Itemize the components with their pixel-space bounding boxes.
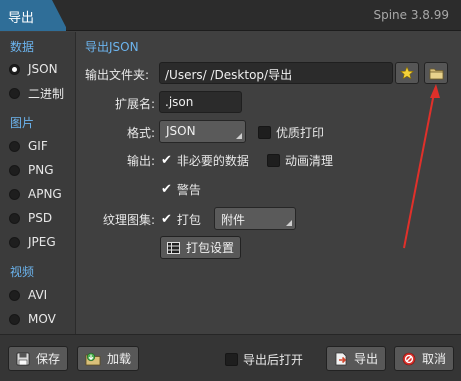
radio-icon [9,164,20,176]
radio-icon [9,87,20,99]
radio-icon [9,212,20,224]
pack-settings-label: 打包设置 [186,241,235,255]
save-button[interactable]: 保存 [8,346,69,371]
footer-bar: 保存 加载 导出后打开 导出 取消 [0,334,461,381]
title-bar[interactable]: 导出 Spine 3.8.99 [0,0,461,31]
settings-icon [167,241,180,254]
output-folder-label: 输出文件夹: [85,68,150,82]
sidebar-item-json[interactable]: JSON [9,59,58,79]
pretty-print-label: 优质打印 [276,125,325,140]
warnings-checkbox[interactable]: ✔ 警告 [161,180,201,198]
browse-folder-button[interactable] [424,62,448,84]
pack-label: 打包 [176,212,201,227]
sidebar-item-binary[interactable]: 二进制 [9,83,64,103]
sidebar-item-label: PNG [28,163,54,177]
sidebar-item-avi[interactable]: AVI [9,285,47,305]
load-icon [85,352,101,366]
sidebar-item-label: AVI [28,288,48,302]
checkbox-icon [267,153,280,167]
extension-label: 扩展名: [114,97,155,111]
dropdown-corner-icon [236,133,242,139]
format-label: 格式: [126,126,155,140]
sidebar-item-label: 二进制 [28,86,65,101]
radio-selected-icon [9,63,20,75]
animation-cleanup-checkbox[interactable]: 动画清理 [267,151,333,169]
open-after-export-checkbox[interactable]: 导出后打开 [225,350,303,368]
sidebar-item-gif[interactable]: GIF [9,136,48,156]
star-icon [400,66,414,80]
animation-cleanup-label: 动画清理 [285,153,334,168]
folder-icon [429,68,443,79]
pack-checkbox[interactable]: ✔ 打包 [161,210,201,228]
dropdown-corner-icon [286,220,292,226]
sidebar-item-label: GIF [28,139,48,153]
sidebar-item-png[interactable]: PNG [9,160,54,180]
radio-icon [9,236,20,248]
texture-atlas-label: 纹理图集: [102,213,155,227]
sidebar-item-jpeg[interactable]: JPEG [9,232,56,252]
save-icon [16,352,30,366]
export-type-sidebar: 数据 JSON 二进制 图片 GIF PNG APNG PSD JPEG 视频 … [0,32,76,334]
export-dialog: 导出 Spine 3.8.99 数据 JSON 二进制 图片 GIF PNG A… [0,0,461,381]
extension-field[interactable]: .json [159,91,242,113]
radio-icon [9,313,20,325]
cancel-label: 取消 [422,352,447,366]
pack-settings-button[interactable]: 打包设置 [160,236,242,259]
favorite-button[interactable] [395,62,419,84]
load-label: 加载 [107,352,132,366]
sidebar-item-label: JPEG [28,235,56,249]
output-folder-field[interactable]: /Users/ /Desktop/导出 [159,62,393,84]
format-value: JSON [166,124,196,138]
sidebar-item-psd[interactable]: PSD [9,208,52,228]
radio-icon [9,140,20,152]
export-icon [334,352,348,366]
sidebar-item-label: JSON [28,62,58,76]
radio-icon [9,289,20,301]
cancel-button[interactable]: 取消 [394,346,455,371]
pack-mode-dropdown[interactable]: 附件 [214,207,296,230]
sidebar-header-video: 视频 [10,265,35,279]
pack-mode-value: 附件 [221,213,246,227]
nonessential-label: 非必要的数据 [176,153,249,168]
section-title: 导出JSON [85,40,139,54]
app-version: Spine 3.8.99 [373,8,449,22]
sidebar-item-label: MOV [28,312,56,326]
output-label: 输出: [126,154,155,168]
checkmark-icon: ✔ [161,181,172,197]
open-after-export-label: 导出后打开 [243,352,304,367]
checkmark-icon: ✔ [161,211,172,227]
sidebar-item-apng[interactable]: APNG [9,184,62,204]
save-label: 保存 [36,352,61,366]
sidebar-item-label: PSD [28,211,53,225]
export-settings-panel: 导出JSON 输出文件夹: /Users/ /Desktop/导出 扩展名: .… [77,32,461,334]
nonessential-checkbox[interactable]: ✔ 非必要的数据 [161,151,249,169]
format-dropdown[interactable]: JSON [159,120,246,143]
checkbox-icon [225,352,238,366]
sidebar-item-mov[interactable]: MOV [9,309,56,329]
export-button[interactable]: 导出 [326,346,387,371]
radio-icon [9,188,20,200]
warnings-label: 警告 [176,182,201,197]
load-button[interactable]: 加载 [77,346,140,371]
pretty-print-checkbox[interactable]: 优质打印 [258,123,324,141]
checkbox-icon [258,125,271,139]
sidebar-header-image: 图片 [10,116,35,130]
sidebar-item-label: APNG [28,187,62,201]
sidebar-header-data: 数据 [10,40,35,54]
cancel-icon [402,352,416,366]
title-tab-corner [52,0,68,31]
checkmark-icon: ✔ [161,152,172,168]
export-label: 导出 [354,352,379,366]
